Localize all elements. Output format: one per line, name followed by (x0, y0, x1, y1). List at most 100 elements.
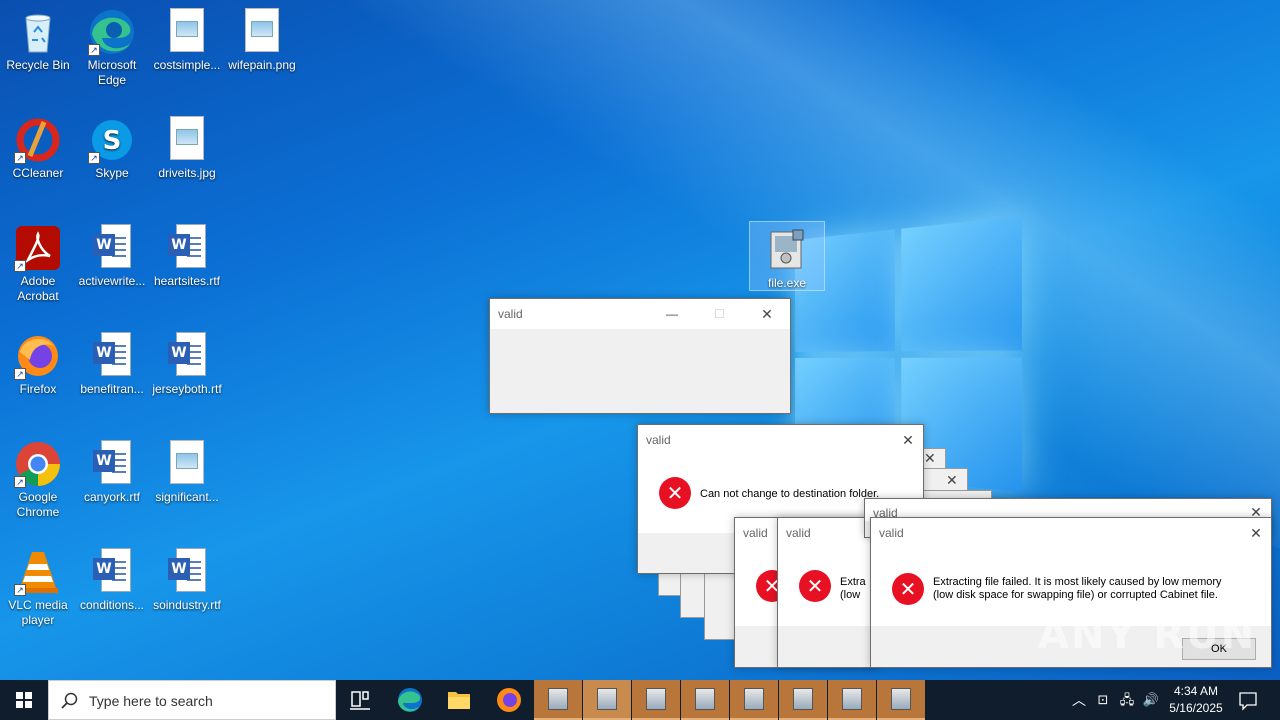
close-button[interactable]: ✕ (1247, 524, 1265, 542)
firefox-icon (497, 688, 521, 712)
word-document-icon: W (168, 548, 206, 592)
task-view-button[interactable] (336, 680, 384, 720)
shortcut-arrow-icon: ↗ (88, 152, 100, 164)
minimize-button[interactable]: — (666, 299, 678, 329)
error-icon: ✕ (892, 573, 924, 605)
shortcut-arrow-icon: ↗ (14, 584, 26, 596)
desktop-icon-label: driveits.jpg (158, 166, 216, 180)
taskbar-app-valid[interactable] (828, 680, 876, 720)
window-titlebar[interactable]: valid — ☐ ✕ (490, 299, 790, 329)
taskbar-app-valid[interactable] (583, 680, 631, 720)
desktop-icon-recycle-bin[interactable]: Recycle Bin (0, 4, 76, 73)
error-icon: ✕ (659, 477, 691, 509)
desktop-icon-adobe-acrobat[interactable]: ↗ Adobe Acrobat (0, 220, 76, 304)
taskbar-app-valid[interactable] (779, 680, 827, 720)
desktop-icon-label: jerseyboth.rtf (152, 382, 222, 396)
error-message-line2: (low disk space for swapping file) or co… (933, 589, 1218, 601)
taskbar-firefox[interactable] (485, 680, 533, 720)
search-icon (61, 692, 78, 709)
desktop-icon-heartsites[interactable]: W heartsites.rtf (149, 220, 225, 289)
close-button[interactable]: ✕ (758, 305, 776, 323)
taskbar-search-box[interactable]: Type here to search (48, 680, 336, 720)
desktop-icon-label: conditions... (79, 598, 145, 612)
meet-now-icon[interactable]: ⊡ (1092, 680, 1114, 720)
network-icon[interactable]: 🖧 (1116, 680, 1138, 720)
clock-date: 5/16/2025 (1169, 701, 1223, 715)
desktop-icon-canyork[interactable]: W canyork.rtf (74, 436, 150, 505)
error-icon: ✕ (799, 570, 831, 602)
desktop-icon-significant[interactable]: significant... (149, 436, 225, 505)
taskbar-file-explorer[interactable] (435, 680, 483, 720)
installer-package-icon (695, 688, 715, 710)
desktop-icon-benefitran[interactable]: W benefitran... (74, 328, 150, 397)
taskbar: Type here to search ︿ ⊡ 🖧 🔊 4:34 AM 5/16… (0, 680, 1280, 720)
desktop-icon-label: Adobe Acrobat (17, 274, 59, 303)
installer-package-icon (763, 226, 811, 274)
close-button[interactable]: ✕ (899, 431, 917, 449)
image-file-icon (170, 440, 204, 484)
anyrun-watermark: ANY RUN (1038, 612, 1257, 658)
installer-package-icon (548, 688, 568, 710)
desktop-icon-label: VLC media player (8, 598, 68, 627)
desktop-icon-jerseyboth[interactable]: W jerseyboth.rtf (149, 328, 225, 397)
window-title: valid (646, 433, 671, 447)
taskbar-app-valid[interactable] (877, 680, 925, 720)
word-document-icon: W (93, 224, 131, 268)
window-titlebar[interactable]: valid (778, 518, 876, 548)
window-titlebar[interactable]: valid ✕ (638, 425, 923, 455)
start-button[interactable] (0, 680, 48, 720)
notification-center-button[interactable] (1234, 680, 1262, 720)
search-placeholder: Type here to search (89, 693, 213, 709)
desktop-icon-firefox[interactable]: ↗ Firefox (0, 328, 76, 397)
shortcut-arrow-icon: ↗ (14, 368, 26, 380)
taskbar-edge[interactable] (386, 680, 434, 720)
desktop-icon-costsimple[interactable]: costsimple... (149, 4, 225, 73)
desktop-icon-ccleaner[interactable]: ↗ CCleaner (0, 112, 76, 181)
notification-icon (1239, 692, 1257, 711)
desktop-icon-label: Recycle Bin (6, 58, 70, 72)
desktop-icon-label: wifepain.png (228, 58, 296, 72)
desktop-icon-vlc[interactable]: ↗ VLC media player (0, 544, 76, 628)
window-title: valid (879, 526, 904, 540)
desktop-icon-conditions[interactable]: W conditions... (74, 544, 150, 613)
ccleaner-icon: ↗ (14, 116, 62, 164)
taskbar-app-valid[interactable] (730, 680, 778, 720)
installer-package-icon (891, 688, 911, 710)
window-titlebar[interactable]: valid ✕ (871, 518, 1271, 548)
stacked-error-dialog[interactable]: valid ✕ Extra (low (777, 517, 877, 668)
desktop-icon-microsoft-edge[interactable]: ↗ Microsoft Edge (74, 4, 150, 88)
close-icon: ✕ (946, 472, 958, 488)
installer-package-icon (646, 688, 666, 710)
taskbar-app-valid[interactable] (534, 680, 582, 720)
maximize-button: ☐ (714, 307, 725, 321)
desktop-icon-label: activewrite... (78, 274, 146, 288)
desktop-icon-file-exe[interactable]: file.exe (749, 221, 825, 291)
taskbar-app-valid[interactable] (632, 680, 680, 720)
dialog-body: ✕ Extra (low (778, 548, 876, 626)
installer-package-icon (793, 688, 813, 710)
system-clock[interactable]: 4:34 AM 5/16/2025 (1164, 683, 1228, 717)
chrome-icon: ↗ (14, 440, 62, 488)
desktop-icon-label: soindustry.rtf (153, 598, 221, 612)
vlc-cone-icon: ↗ (14, 548, 62, 596)
desktop: Recycle Bin ↗ CCleaner ↗ Adobe Acrobat ↗… (0, 0, 1280, 680)
empty-valid-window[interactable]: valid — ☐ ✕ (489, 298, 791, 414)
taskbar-app-valid[interactable] (681, 680, 729, 720)
desktop-icon-label: costsimple... (153, 58, 221, 72)
windows-start-icon (16, 692, 32, 708)
shortcut-arrow-icon: ↗ (14, 152, 26, 164)
volume-icon[interactable]: 🔊 (1140, 680, 1162, 720)
desktop-icon-label: canyork.rtf (83, 490, 140, 504)
word-document-icon: W (168, 332, 206, 376)
task-view-icon (350, 691, 370, 710)
shortcut-arrow-icon: ↗ (88, 44, 100, 56)
desktop-icon-wifepain[interactable]: wifepain.png (224, 4, 300, 73)
installer-package-icon (842, 688, 862, 710)
desktop-icon-google-chrome[interactable]: ↗ Google Chrome (0, 436, 76, 520)
desktop-icon-soindustry[interactable]: W soindustry.rtf (149, 544, 225, 613)
desktop-icon-activewrite[interactable]: W activewrite... (74, 220, 150, 289)
desktop-icon-skype[interactable]: S ↗ Skype (74, 112, 150, 181)
desktop-icon-driveits[interactable]: driveits.jpg (149, 112, 225, 181)
svg-text:S: S (103, 126, 122, 156)
chevron-up-icon[interactable]: ︿ (1068, 680, 1090, 720)
